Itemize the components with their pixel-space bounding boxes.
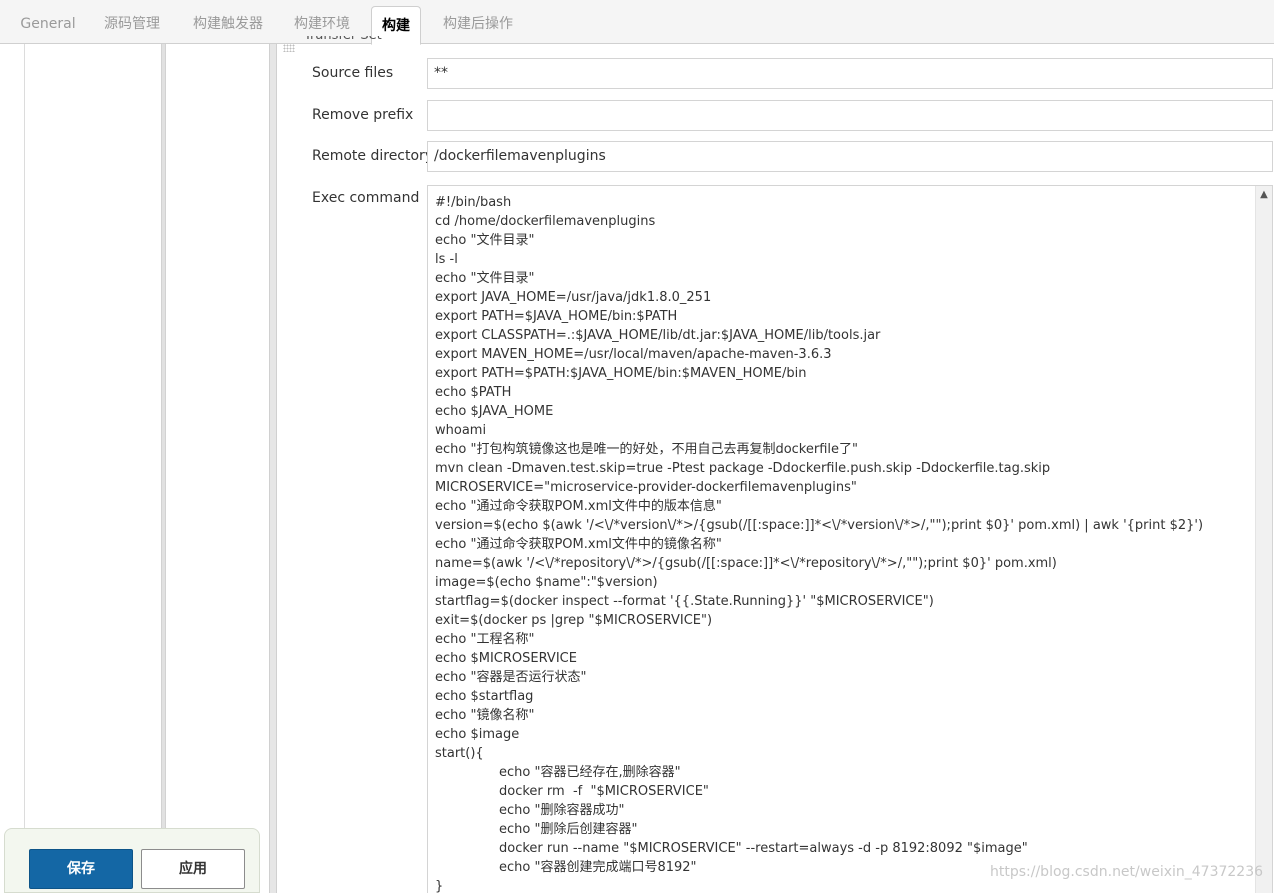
drag-handle-icon[interactable] [283, 44, 295, 52]
exec-command-line: export JAVA_HOME=/usr/java/jdk1.8.0_251 [435, 290, 712, 305]
exec-command-line: echo $startflag [435, 689, 534, 704]
exec-command-line: echo $JAVA_HOME [435, 404, 554, 419]
apply-button[interactable]: 应用 [141, 849, 245, 889]
exec-command-line: echo "容器已经存在,删除容器" [499, 765, 681, 780]
remote-directory-input[interactable]: /dockerfilemavenplugins [427, 141, 1273, 172]
remove-prefix-input[interactable] [427, 100, 1273, 131]
exec-command-line: MICROSERVICE="microservice-provider-dock… [435, 480, 857, 495]
tab-source-control[interactable]: 源码管理 [94, 0, 170, 44]
exec-command-line: startflag=$(docker inspect --format '{{.… [435, 594, 934, 609]
exec-command-line: export PATH=$PATH:$JAVA_HOME/bin:$MAVEN_… [435, 366, 807, 381]
exec-command-textarea[interactable]: #!/bin/bash cd /home/dockerfilemavenplugi… [427, 185, 1273, 893]
exec-command-line: echo "打包构筑镜像这也是唯一的好处，不用自己去再复制dockerfile了… [435, 442, 858, 457]
watermark: https://blog.csdn.net/weixin_47372236 [990, 864, 1264, 880]
exec-command-content: #!/bin/bash cd /home/dockerfilemavenplugi… [435, 193, 1255, 893]
exec-command-line: export CLASSPATH=.:$JAVA_HOME/lib/dt.jar… [435, 328, 881, 343]
exec-command-line: cd /home/dockerfilemavenplugins [435, 214, 656, 229]
tab-build-triggers[interactable]: 构建触发器 [182, 0, 274, 44]
exec-command-line: export MAVEN_HOME=/usr/local/maven/apach… [435, 347, 832, 362]
exec-command-line: echo "删除容器成功" [499, 803, 625, 818]
left-panel [0, 44, 270, 893]
exec-command-line: name=$(awk '/<\/*repository\/*>/{gsub(/[… [435, 556, 1057, 571]
save-button[interactable]: 保存 [29, 849, 133, 889]
scroll-up-icon[interactable]: ▲ [1256, 186, 1272, 203]
exec-command-line: echo "文件目录" [435, 233, 535, 248]
column-divider [161, 44, 166, 893]
exec-command-line: image=$(echo $name":"$version) [435, 575, 658, 590]
exec-command-line: docker rm -f "$MICROSERVICE" [499, 784, 709, 799]
section-label: Transfer Set [304, 36, 382, 46]
exec-command-line: mvn clean -Dmaven.test.skip=true -Ptest … [435, 461, 1051, 476]
panel-divider [269, 44, 277, 893]
exec-command-label: Exec command [312, 190, 420, 206]
exec-command-line: docker run --name "$MICROSERVICE" --rest… [499, 841, 1028, 856]
tab-bar: General 源码管理 构建触发器 构建环境 构建 构建后操作 [0, 0, 1274, 45]
source-files-label: Source files [312, 65, 394, 81]
exec-command-line: echo "通过命令获取POM.xml文件中的镜像名称" [435, 537, 722, 552]
exec-command-line: #!/bin/bash [435, 195, 512, 210]
tab-post-build-actions[interactable]: 构建后操作 [432, 0, 524, 44]
exec-command-line: start(){ [435, 746, 484, 761]
column-divider [24, 44, 25, 893]
remove-prefix-label: Remove prefix [312, 107, 414, 123]
remote-directory-label: Remote directory [312, 148, 434, 164]
tab-general[interactable]: General [12, 0, 84, 44]
exec-command-line: echo "文件目录" [435, 271, 535, 286]
exec-command-scrollbar[interactable]: ▲ [1255, 186, 1272, 893]
exec-command-line: exit=$(docker ps |grep "$MICROSERVICE") [435, 613, 713, 628]
exec-command-line: echo "通过命令获取POM.xml文件中的版本信息" [435, 499, 722, 514]
exec-command-line: echo "删除后创建容器" [499, 822, 638, 837]
exec-command-line: echo $PATH [435, 385, 512, 400]
exec-command-line: whoami [435, 423, 487, 438]
exec-command-line: export PATH=$JAVA_HOME/bin:$PATH [435, 309, 678, 324]
exec-command-line: echo "工程名称" [435, 632, 535, 647]
exec-command-line: echo "镜像名称" [435, 708, 535, 723]
exec-command-line: echo "容器是否运行状态" [435, 670, 587, 685]
exec-command-line: version=$(echo $(awk '/<\/*version\/*>/{… [435, 518, 1204, 533]
source-files-input[interactable]: ** [427, 58, 1273, 89]
exec-command-line: ls -l [435, 252, 458, 267]
exec-command-line: echo $image [435, 727, 520, 742]
exec-command-line: echo $MICROSERVICE [435, 651, 577, 666]
